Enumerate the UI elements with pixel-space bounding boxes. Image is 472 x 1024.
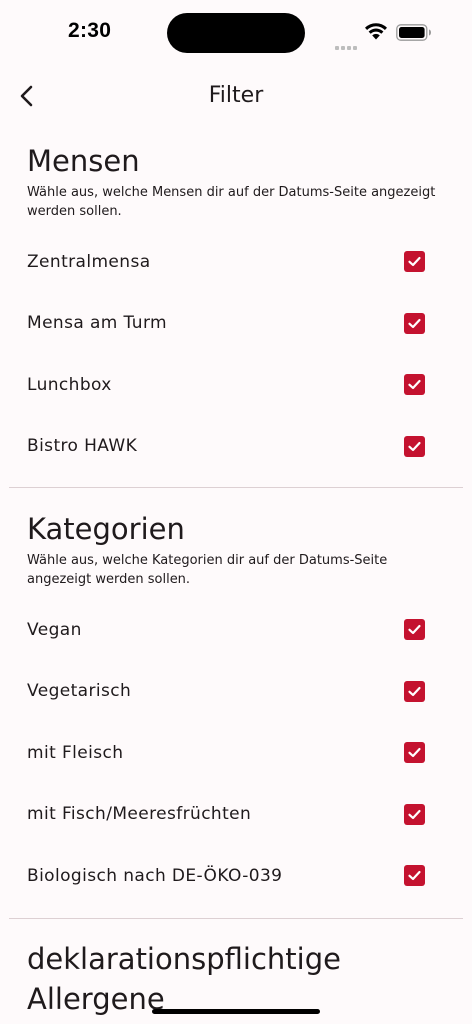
filter-screen: 2:30 Filter Mensen Wähle aus, welche Men… (0, 0, 472, 1024)
mensa-row-bistro-hawk[interactable]: Bistro HAWK (27, 416, 445, 478)
row-label: Vegan (27, 619, 82, 640)
kategorien-title: Kategorien (27, 512, 185, 546)
mensa-row-mensa-am-turm[interactable]: Mensa am Turm (27, 293, 445, 355)
checkmark-icon (408, 686, 421, 696)
mensen-description: Wähle aus, welche Mensen dir auf der Dat… (27, 185, 436, 219)
dynamic-island (167, 13, 305, 53)
mensa-row-lunchbox[interactable]: Lunchbox (27, 354, 445, 416)
checkbox-checked[interactable] (404, 435, 425, 457)
home-indicator[interactable] (152, 1009, 320, 1014)
row-label: Bistro HAWK (27, 436, 138, 457)
checkmark-icon (408, 257, 421, 267)
row-label: Vegetarisch (27, 681, 132, 702)
battery-icon (396, 24, 431, 41)
kategorie-row-vegan[interactable]: Vegan (27, 599, 445, 661)
checkbox-checked[interactable] (404, 619, 425, 641)
row-label: Zentralmensa (27, 251, 151, 272)
kategorien-section: Kategorien Wähle aus, welche Kategorien … (0, 488, 472, 907)
kategorie-row-mit-fleisch[interactable]: mit Fleisch (27, 722, 445, 784)
kategorie-row-mit-fisch[interactable]: mit Fisch/Meeresfrüchten (27, 784, 445, 846)
filter-content: Mensen Wähle aus, welche Mensen dir auf … (0, 140, 472, 1019)
checkbox-checked[interactable] (404, 374, 425, 396)
row-label: Biologisch nach DE-ÖKO-039 (27, 865, 283, 886)
status-time: 2:30 (68, 19, 112, 42)
checkmark-icon (408, 748, 421, 758)
checkbox-checked[interactable] (404, 680, 425, 702)
mensa-row-zentralmensa[interactable]: Zentralmensa (27, 231, 445, 293)
allergene-section: deklarationspflichtige Allergene (0, 919, 472, 1019)
kategorien-description: Wähle aus, welche Kategorien dir auf der… (27, 553, 388, 587)
checkmark-icon (408, 318, 421, 328)
checkmark-icon (408, 809, 421, 819)
kategorie-row-biologisch[interactable]: Biologisch nach DE-ÖKO-039 (27, 845, 445, 907)
checkmark-icon (408, 441, 421, 451)
checkbox-checked[interactable] (404, 251, 425, 273)
wifi-icon (365, 23, 387, 40)
row-label: Lunchbox (27, 374, 112, 395)
row-label: mit Fisch/Meeresfrüchten (27, 804, 252, 825)
checkbox-checked[interactable] (404, 865, 425, 887)
checkbox-checked[interactable] (404, 803, 425, 825)
checkmark-icon (408, 380, 421, 390)
checkbox-checked[interactable] (404, 312, 425, 334)
checkbox-checked[interactable] (404, 742, 425, 764)
page-title: Filter (208, 83, 264, 108)
mensen-section: Mensen Wähle aus, welche Mensen dir auf … (0, 140, 472, 477)
mensen-title: Mensen (27, 144, 140, 178)
kategorie-row-vegetarisch[interactable]: Vegetarisch (27, 661, 445, 723)
checkmark-icon (408, 871, 421, 881)
row-label: mit Fleisch (27, 742, 124, 763)
allergene-title: deklarationspflichtige Allergene (27, 941, 341, 1016)
navigation-bar: Filter (0, 70, 472, 122)
checkmark-icon (408, 625, 421, 635)
row-label: Mensa am Turm (27, 313, 167, 334)
cellular-signal-icon (335, 35, 359, 54)
status-bar: 2:30 (0, 0, 472, 64)
